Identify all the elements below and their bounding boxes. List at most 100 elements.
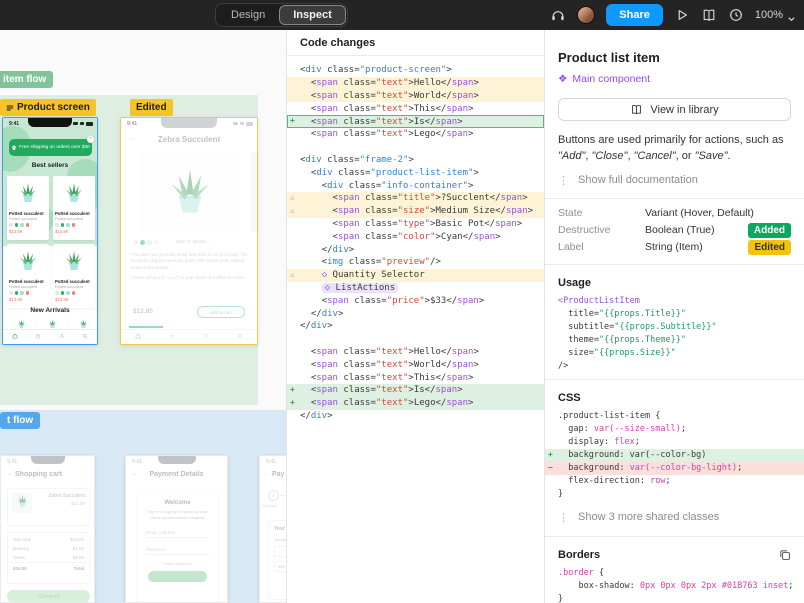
share-button[interactable]: Share (606, 4, 663, 26)
code-line: subtitle="{{props.Subtitle}}" (558, 322, 717, 333)
status-time: 9:41 (266, 459, 277, 465)
status-time: 9:41 (7, 459, 18, 465)
expander-dots-icon: ⋮ (558, 174, 569, 187)
phone-notch (161, 118, 217, 128)
code-line: <span class="color">Cyan</span> (300, 231, 501, 242)
zoom-control[interactable]: 100% (755, 9, 796, 21)
code-line: <span class="text">Hello</span> (300, 346, 479, 357)
color-dots (133, 240, 159, 245)
code-line: <span class="text">Lego</span> (300, 129, 474, 140)
flow-icon (6, 104, 14, 112)
borders-section-title: Borders (558, 548, 601, 561)
code-line: ⚠ <span class="title">?Succlent</span> (287, 191, 544, 205)
code-line: <img class="preview"/> (300, 257, 441, 268)
css-section-title: CSS (558, 391, 581, 404)
show-full-documentation[interactable]: ⋮ Show full documentation (558, 174, 791, 187)
library-book-icon[interactable] (701, 7, 717, 23)
canvas[interactable]: item flow t flow Product screen Edited 9… (0, 30, 287, 603)
pin-icon (11, 145, 17, 151)
cart-icon (169, 333, 175, 339)
figma-inspect-app: Design Inspect Share 100% item flow t fl… (0, 0, 804, 603)
phone-shopping-cart[interactable]: 9:41 ← Shopping cart Zebra Succulent $12… (0, 455, 95, 603)
phone-product-screen[interactable]: 9:41 Free shipping on orders over $30 × … (2, 117, 98, 345)
status-time: 9:41 (9, 121, 20, 127)
code-line: .border { (558, 568, 605, 579)
show-more-shared-classes[interactable]: ⋮ Show 3 more shared classes (558, 511, 791, 524)
code-line: ⚠ ◇ Quantity Selector (287, 268, 544, 282)
color-dots (55, 291, 93, 295)
phone-edited[interactable]: 9:41 ← Zebra Succulent Size: 8" planter … (120, 117, 258, 345)
code-line: </div> (300, 321, 333, 332)
code-line: <ProductListItem (558, 296, 640, 307)
code-line: + background: var(--color-bg) (545, 448, 804, 462)
succulent-image (16, 180, 40, 209)
signin-button (148, 570, 207, 582)
size-selector: Size: 8" planter (176, 239, 207, 244)
cart-icon (35, 333, 41, 339)
add-to-cart-button: Add to cart (197, 306, 245, 318)
product-card: Potted succulent Potted succulent $13.99 (53, 244, 95, 308)
faded-content: 9:41 ← Zebra Succulent Size: 8" planter … (121, 118, 257, 344)
code-line: </div> (300, 244, 355, 255)
code-line: <div class="info-container"> (300, 180, 474, 191)
toolbar-right: Share 100% (550, 0, 796, 30)
frame-label-edited[interactable]: Edited (130, 99, 173, 116)
profile-icon (203, 333, 209, 339)
chevron-down-icon (787, 11, 796, 21)
code-line: ◇ ListActions (287, 282, 544, 295)
code-line: <div class="product-screen"> (300, 65, 452, 76)
signin-card: Welcome Sign in or sign up to speed up y… (138, 490, 217, 602)
headphones-icon[interactable] (550, 7, 566, 23)
borders-code: .border { box-shadow: 0px 0px 0px 2px #0… (545, 561, 804, 603)
css-code: .product-list-item { gap: var(--size-sma… (545, 404, 804, 507)
product-card-grid: Potted succulent Potted succulent $13.99… (7, 176, 95, 308)
copy-icon[interactable] (779, 549, 791, 561)
divider (545, 263, 804, 265)
color-dots (9, 223, 47, 227)
search-icon (237, 333, 243, 339)
banner-close-icon: × (87, 136, 94, 143)
code-line: gap: var(--size-small); (558, 424, 686, 435)
main-component-link[interactable]: ❖ Main component (558, 73, 791, 85)
faded-content: 9:41 ← Payment Details Welcome Sign in o… (126, 456, 227, 602)
bottom-nav: Shop Cart Profile Search (3, 329, 97, 344)
code-line: theme="{{props.Theme}}" (558, 335, 686, 346)
component-description: Buttons are used primarily for actions, … (558, 134, 784, 162)
flow-label-checkout-flow[interactable]: t flow (0, 412, 41, 429)
divider (545, 535, 804, 537)
mode-switcher: Design Inspect (215, 3, 348, 27)
status-badge-edited: Edited (748, 239, 791, 255)
tab-design[interactable]: Design (217, 5, 279, 25)
phone-notch (28, 118, 72, 127)
phone-payment-details[interactable]: 9:41 ← Payment Details Welcome Sign in o… (125, 455, 228, 603)
price: $12.95 (133, 308, 153, 315)
prop-row-destructive: Destructive Boolean (True) Added (558, 222, 791, 239)
code-line: size="{{props.Size}}" (558, 348, 676, 359)
code-line: + <span class="text">Is</span> (287, 115, 544, 128)
cart-title: Shopping cart (15, 471, 63, 478)
flow-label-item-flow[interactable]: item flow (0, 71, 54, 88)
divider (545, 378, 804, 380)
email-field: Email Address (146, 530, 209, 538)
avatar[interactable] (577, 6, 596, 24)
code-line: title="{{props.Title}}" (558, 309, 686, 320)
component-title: Product list item (558, 50, 660, 65)
inspector-panel: Product list item ❖ Main component View … (545, 30, 804, 603)
status-time: 9:41 (132, 459, 143, 465)
bottom-nav: Shop Cart Profile Search (121, 329, 257, 344)
book-icon (630, 103, 643, 116)
code-line: ⚠ <span class="size">Medium Size</span> (287, 204, 544, 218)
welcome-heading: Welcome (164, 500, 191, 506)
view-in-library-button[interactable]: View in library (558, 98, 791, 121)
phone-pay-clipped[interactable]: 9:41 ← Pay 1 Shipping Your paym Johnat .… (259, 455, 286, 603)
version-history-icon[interactable] (728, 7, 744, 23)
code-changes-title: Code changes (287, 30, 544, 56)
tab-inspect[interactable]: Inspect (279, 5, 346, 25)
component-icon: ❖ (558, 73, 568, 85)
frame-label-product-screen[interactable]: Product screen (0, 99, 96, 116)
code-line: .product-list-item { (558, 411, 661, 422)
present-play-icon[interactable] (674, 7, 690, 23)
payment-card: Your paym Johnat .... 456 (268, 520, 286, 600)
cart-item: Zebra Succulent $12.00 (7, 488, 90, 526)
